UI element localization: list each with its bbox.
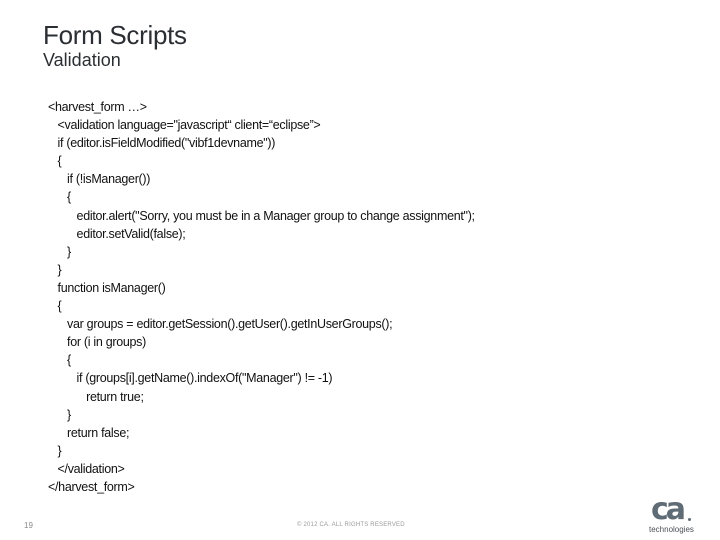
page-number: 19 (24, 521, 33, 530)
code-line: } (48, 244, 71, 259)
code-line: </harvest_form> (48, 479, 135, 494)
code-line: if (!isManager()) (48, 172, 151, 187)
logo-text: technologies (649, 525, 694, 534)
code-block: <harvest_form …> <validation language="j… (48, 98, 475, 496)
code-line: <validation language="javascript“ client… (48, 118, 321, 133)
code-line: var groups = editor.getSession().getUser… (48, 317, 393, 332)
code-line: { (48, 154, 62, 169)
code-line: for (i in groups) (48, 335, 146, 350)
code-line: editor.setValid(false); (48, 226, 186, 241)
code-line: if (groups[i].getName().indexOf("Manager… (48, 371, 333, 386)
slide-subtitle: Validation (43, 50, 121, 70)
code-line: if (editor.isFieldModified("vibf1devname… (48, 136, 276, 151)
code-line: { (48, 299, 62, 314)
ca-technologies-logo: ca technologies (648, 492, 698, 536)
code-line: function isManager() (48, 280, 166, 295)
copyright-notice: © 2012 CA. ALL RIGHTS RESERVED (297, 522, 405, 528)
code-line: return true; (48, 389, 144, 404)
code-line: } (48, 262, 62, 277)
code-line: } (48, 407, 71, 422)
logo-dot-icon (688, 518, 691, 521)
slide-title: Form Scripts (43, 20, 187, 50)
code-line: { (48, 353, 71, 368)
code-line: } (48, 443, 62, 458)
code-line: return false; (48, 425, 130, 440)
code-line: </validation> (48, 461, 125, 476)
code-line: { (48, 190, 71, 205)
logo-mark: ca (651, 492, 686, 527)
code-line: editor.alert("Sorry, you must be in a Ma… (48, 208, 475, 223)
code-line: <harvest_form …> (48, 100, 147, 114)
